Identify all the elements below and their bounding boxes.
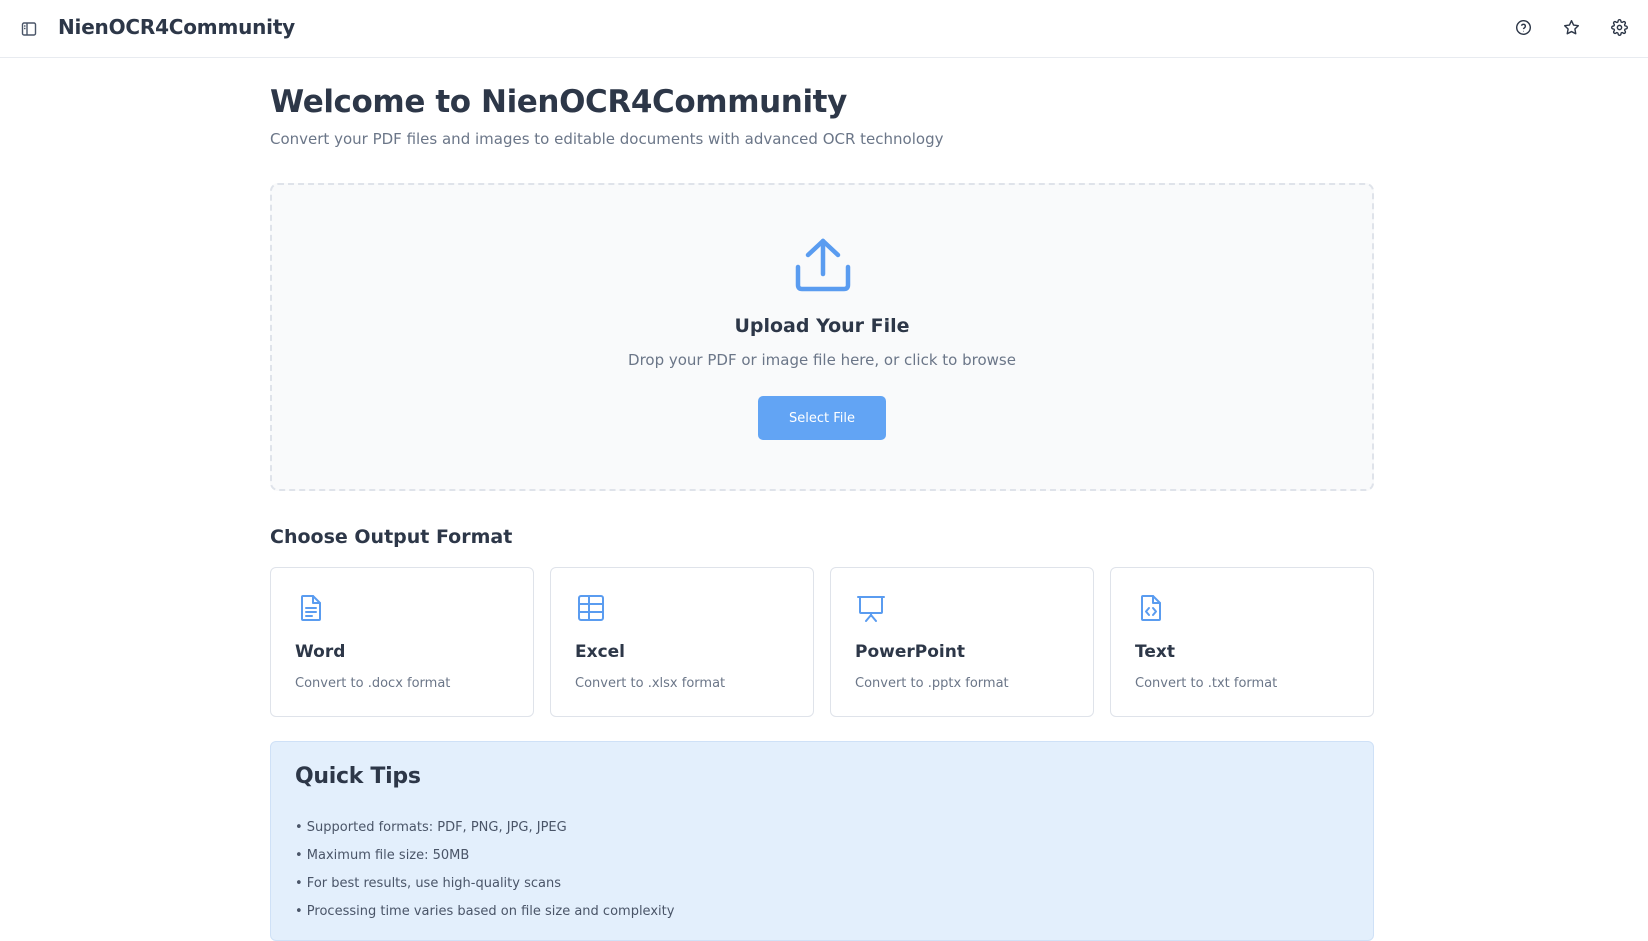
help-icon[interactable] (1512, 16, 1534, 38)
app-title: NienOCR4Community (58, 15, 296, 39)
format-description: Convert to .pptx format (855, 676, 1009, 691)
format-card-excel[interactable]: Excel Convert to .xlsx format (550, 567, 814, 717)
settings-icon[interactable] (1608, 16, 1630, 38)
format-description: Convert to .xlsx format (575, 676, 726, 691)
output-format-title: Choose Output Format (270, 526, 513, 548)
quick-tips-panel: Quick Tips • Supported formats: PDF, PNG… (270, 741, 1374, 941)
star-icon[interactable] (1560, 16, 1582, 38)
tips-title: Quick Tips (295, 764, 421, 789)
file-dropzone[interactable]: Upload Your File Drop your PDF or image … (270, 183, 1374, 491)
tips-list: • Supported formats: PDF, PNG, JPG, JPEG… (295, 814, 674, 926)
format-description: Convert to .docx format (295, 676, 451, 691)
presentation-icon (857, 596, 885, 622)
table-icon (578, 595, 604, 621)
format-card-text[interactable]: Text Convert to .txt format (1110, 567, 1374, 717)
page-title: Welcome to NienOCR4Community (270, 84, 847, 120)
upload-icon (795, 238, 851, 292)
format-options: Word Convert to .docx format Excel Conve… (270, 567, 1374, 717)
document-icon (301, 595, 321, 621)
tip-item: • For best results, use high-quality sca… (295, 876, 561, 891)
top-bar: NienOCR4Community (0, 0, 1648, 58)
upload-hint: Drop your PDF or image file here, or cli… (628, 351, 1016, 369)
select-file-button[interactable]: Select File (758, 396, 886, 440)
format-name: Text (1135, 642, 1175, 662)
page-subtitle: Convert your PDF files and images to edi… (270, 130, 944, 148)
tip-item: • Maximum file size: 50MB (295, 848, 470, 863)
format-card-powerpoint[interactable]: PowerPoint Convert to .pptx format (830, 567, 1094, 717)
code-file-icon (1141, 595, 1161, 621)
tip-item: • Processing time varies based on file s… (295, 904, 675, 919)
format-name: Word (295, 642, 346, 662)
sidebar-toggle-icon[interactable] (18, 18, 40, 40)
upload-title: Upload Your File (734, 315, 910, 337)
tip-item: • Supported formats: PDF, PNG, JPG, JPEG (295, 820, 567, 835)
format-card-word[interactable]: Word Convert to .docx format (270, 567, 534, 717)
format-name: PowerPoint (855, 642, 965, 662)
header-actions (1512, 16, 1630, 38)
format-description: Convert to .txt format (1135, 676, 1278, 691)
format-name: Excel (575, 642, 626, 662)
